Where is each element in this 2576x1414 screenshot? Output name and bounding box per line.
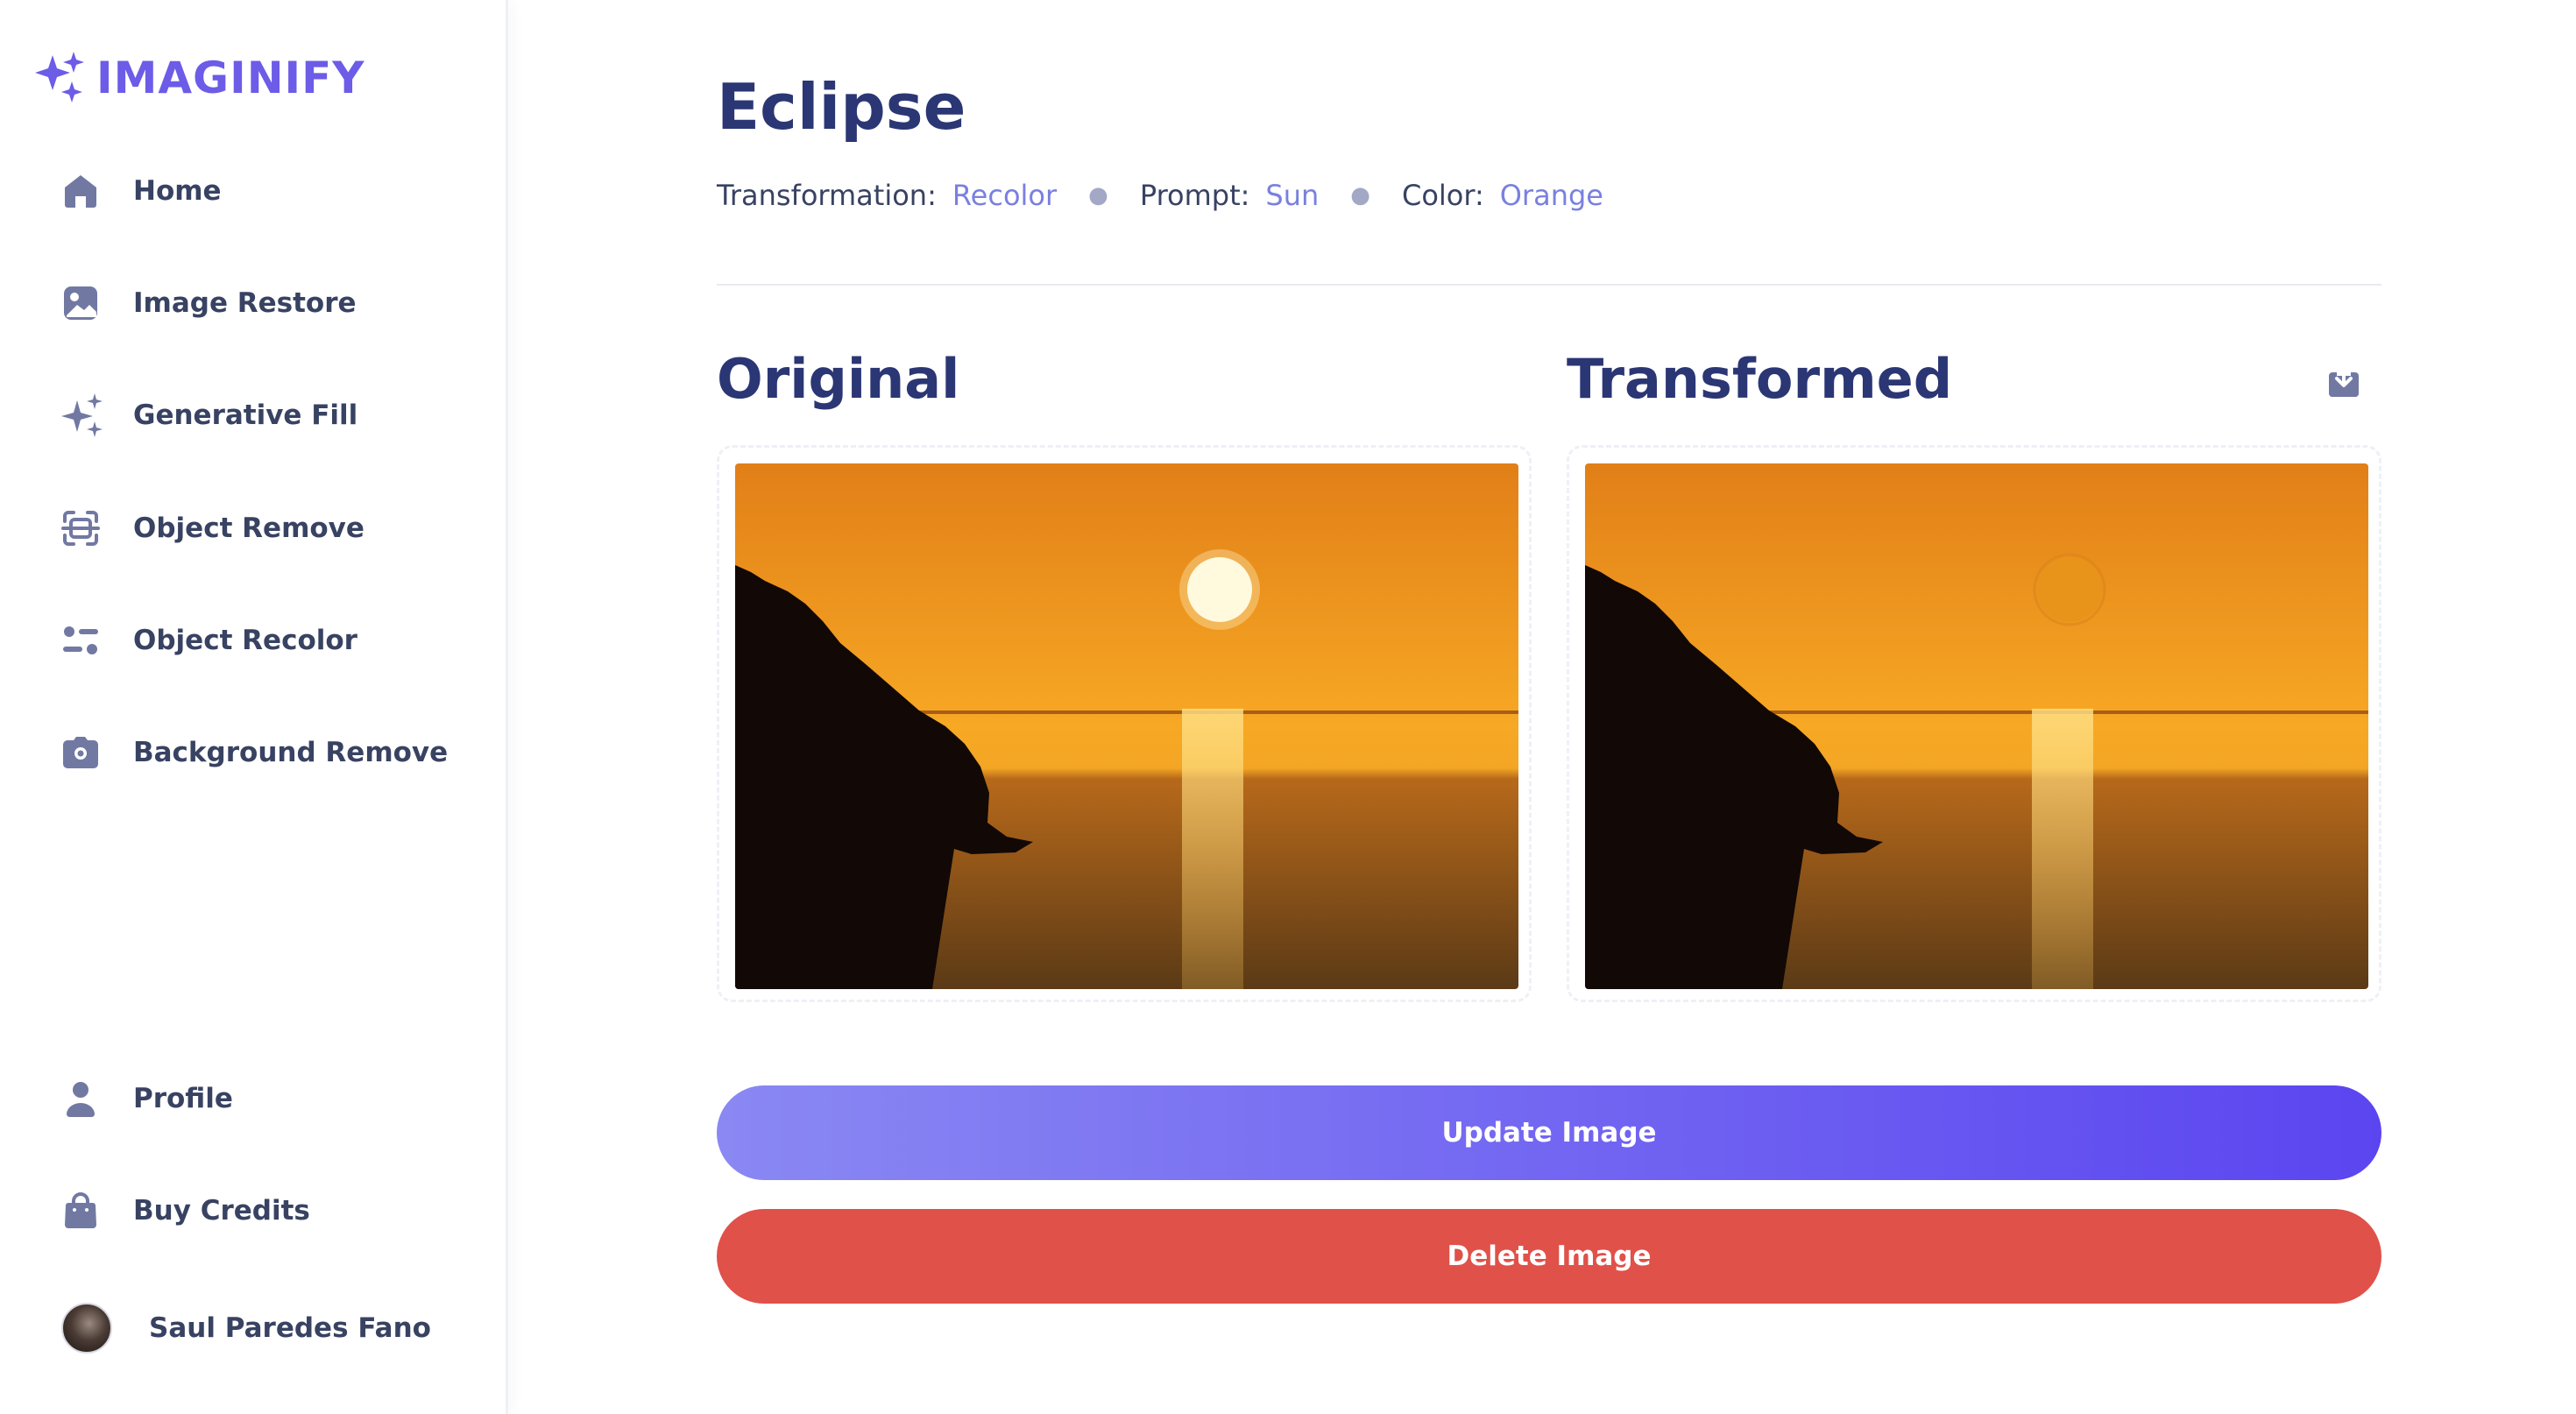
prompt-value: Sun bbox=[1265, 179, 1320, 212]
prompt-label: Prompt: bbox=[1139, 179, 1250, 212]
sidebar-item-image-restore[interactable]: Image Restore bbox=[35, 268, 473, 338]
sidebar: IMAGINIFY Home Image Restore Generative … bbox=[0, 0, 508, 1414]
download-icon bbox=[2325, 362, 2362, 402]
separator-dot: ● bbox=[1088, 182, 1108, 209]
image-icon bbox=[35, 268, 133, 338]
original-title: Original bbox=[717, 347, 960, 411]
stars-icon bbox=[35, 380, 133, 450]
transformed-image-frame bbox=[1567, 445, 2381, 1002]
camera-icon bbox=[35, 718, 133, 788]
sidebar-item-label: Object Recolor bbox=[133, 625, 357, 656]
original-image-frame bbox=[717, 445, 1532, 1002]
sparkles-icon bbox=[35, 50, 88, 106]
sidebar-item-label: Home bbox=[133, 175, 222, 207]
sidebar-item-object-remove[interactable]: Object Remove bbox=[35, 493, 473, 563]
page-title: Eclipse bbox=[717, 70, 966, 144]
sidebar-item-background-remove[interactable]: Background Remove bbox=[35, 718, 473, 788]
transformation-meta: Transformation: Recolor ● Prompt: Sun ● … bbox=[717, 173, 1603, 217]
logo[interactable]: IMAGINIFY bbox=[35, 49, 365, 107]
main-content: Eclipse Transformation: Recolor ● Prompt… bbox=[717, 0, 2381, 1414]
sidebar-item-label: Image Restore bbox=[133, 287, 357, 319]
sidebar-item-home[interactable]: Home bbox=[35, 156, 473, 226]
color-value: Orange bbox=[1499, 179, 1603, 212]
transformed-title: Transformed bbox=[1567, 347, 1953, 411]
scan-icon bbox=[35, 493, 133, 563]
app-root: IMAGINIFY Home Image Restore Generative … bbox=[0, 0, 2576, 1414]
user-icon bbox=[35, 1064, 133, 1134]
sidebar-item-label: Background Remove bbox=[133, 737, 449, 768]
download-button[interactable] bbox=[2325, 363, 2363, 401]
filter-icon bbox=[35, 605, 133, 675]
avatar[interactable] bbox=[61, 1303, 112, 1354]
sidebar-item-generative-fill[interactable]: Generative Fill bbox=[35, 380, 473, 450]
user-profile-button[interactable]: Saul Paredes Fano bbox=[61, 1302, 431, 1354]
original-image bbox=[735, 463, 1518, 989]
sidebar-item-label: Buy Credits bbox=[133, 1195, 310, 1227]
update-image-button[interactable]: Update Image bbox=[717, 1085, 2381, 1180]
transformation-label: Transformation: bbox=[717, 179, 937, 212]
divider bbox=[717, 284, 2381, 286]
separator-dot: ● bbox=[1350, 182, 1370, 209]
transformed-image bbox=[1585, 463, 2368, 989]
sidebar-item-profile[interactable]: Profile bbox=[35, 1064, 473, 1134]
sidebar-item-label: Profile bbox=[133, 1083, 233, 1114]
color-label: Color: bbox=[1401, 179, 1484, 212]
sidebar-item-label: Object Remove bbox=[133, 513, 364, 544]
bag-icon bbox=[35, 1176, 133, 1246]
sidebar-item-buy-credits[interactable]: Buy Credits bbox=[35, 1176, 473, 1246]
sidebar-item-object-recolor[interactable]: Object Recolor bbox=[35, 605, 473, 675]
logo-text: IMAGINIFY bbox=[96, 53, 365, 103]
user-name: Saul Paredes Fano bbox=[149, 1312, 431, 1344]
sidebar-item-label: Generative Fill bbox=[133, 399, 358, 431]
transformation-value: Recolor bbox=[952, 179, 1058, 212]
home-icon bbox=[35, 156, 133, 226]
delete-image-button[interactable]: Delete Image bbox=[717, 1209, 2381, 1304]
